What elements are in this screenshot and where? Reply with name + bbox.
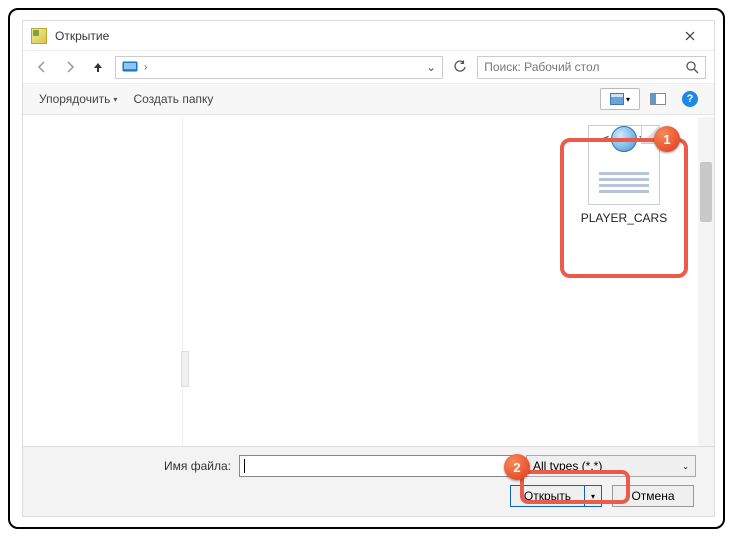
filename-label: Имя файла: (41, 459, 231, 473)
forward-button[interactable] (59, 56, 81, 78)
screenshot-frame: Открытие › ⌄ Поиск: Рабочий стол (8, 8, 725, 529)
toolbar: Упорядочить ▾ Создать папку ▾ ? (23, 83, 714, 115)
content-scrollbar[interactable] (698, 117, 714, 446)
chevron-down-icon: ⌄ (682, 462, 689, 471)
pane-icon (650, 93, 666, 105)
thumbnails-icon (610, 93, 624, 105)
help-icon: ? (682, 91, 698, 107)
file-name: PLAYER_CARS (574, 211, 674, 225)
app-icon (31, 28, 47, 44)
cancel-button[interactable]: Отмена (612, 485, 694, 507)
open-file-dialog: Открытие › ⌄ Поиск: Рабочий стол (22, 20, 715, 517)
help-button[interactable]: ? (676, 88, 704, 110)
pane-splitter[interactable] (179, 311, 191, 446)
view-mode-button[interactable]: ▾ (600, 88, 640, 110)
open-label: Открыть (511, 486, 585, 506)
close-icon (685, 31, 695, 41)
refresh-button[interactable] (449, 56, 471, 78)
title-bar: Открытие (23, 21, 714, 51)
chevron-right-icon: › (142, 62, 149, 73)
up-button[interactable] (87, 56, 109, 78)
file-list[interactable]: <> PLAYER_CARS (183, 117, 714, 446)
main-area: <> PLAYER_CARS (23, 117, 714, 446)
navigation-bar: › ⌄ Поиск: Рабочий стол (23, 51, 714, 83)
organize-button[interactable]: Упорядочить ▾ (33, 88, 123, 110)
annotation-badge-2: 2 (504, 454, 530, 480)
annotation-badge-1: 1 (654, 126, 680, 152)
desktop-icon (122, 61, 138, 73)
new-folder-button[interactable]: Создать папку (127, 88, 219, 110)
bottom-panel: Имя файла: All types (*.*) ⌄ Открыть ▾ О… (23, 446, 714, 516)
preview-pane-button[interactable] (644, 88, 672, 110)
open-dropdown[interactable]: ▾ (585, 492, 601, 501)
open-button[interactable]: Открыть ▾ (510, 485, 602, 507)
filename-input[interactable] (239, 455, 518, 477)
new-folder-label: Создать папку (133, 92, 213, 106)
scrollbar-thumb[interactable] (700, 162, 712, 222)
chevron-down-icon: ▾ (113, 95, 117, 104)
search-placeholder: Поиск: Рабочий стол (484, 60, 685, 74)
cancel-label: Отмена (631, 489, 674, 503)
back-button[interactable] (31, 56, 53, 78)
close-button[interactable] (670, 22, 710, 50)
file-type-filter[interactable]: All types (*.*) ⌄ (526, 455, 696, 477)
organize-label: Упорядочить (39, 92, 110, 106)
address-dropdown-icon[interactable]: ⌄ (422, 60, 440, 74)
xml-file-icon: <> (588, 125, 660, 205)
address-bar[interactable]: › ⌄ (115, 56, 443, 79)
chevron-down-icon: ▾ (626, 95, 630, 104)
search-icon (685, 60, 699, 74)
dialog-title: Открытие (55, 29, 670, 43)
filter-text: All types (*.*) (533, 459, 602, 473)
navigation-pane[interactable] (23, 117, 183, 446)
search-box[interactable]: Поиск: Рабочий стол (477, 56, 706, 79)
